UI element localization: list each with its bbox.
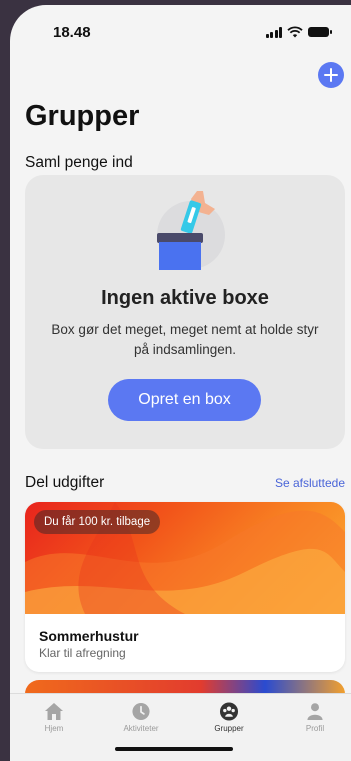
group-card[interactable]: Du får 100 kr. tilbage Sommerhustur Klar…	[25, 502, 345, 672]
tab-groups[interactable]: Grupper	[199, 702, 259, 733]
see-closed-link[interactable]: Se afsluttede	[275, 476, 345, 490]
tab-activities[interactable]: Aktiviteter	[111, 702, 171, 733]
tab-profile[interactable]: Profil	[285, 702, 345, 733]
clock-icon	[132, 702, 150, 721]
empty-box-description: Box gør det meget, meget nemt at holde s…	[51, 322, 319, 357]
tab-home[interactable]: Hjem	[24, 702, 84, 733]
plus-icon	[324, 68, 338, 82]
tab-activities-label: Aktiviteter	[123, 724, 159, 733]
tab-home-label: Hjem	[44, 724, 64, 733]
page-title: Grupper	[25, 100, 140, 132]
tab-profile-label: Profil	[305, 724, 325, 733]
status-time: 18.48	[53, 24, 91, 41]
home-icon	[45, 703, 63, 720]
wifi-icon	[287, 26, 303, 38]
signal-icon	[265, 26, 282, 38]
balance-badge: Du får 100 kr. tilbage	[34, 510, 161, 534]
tab-groups-label: Grupper	[214, 724, 244, 733]
person-icon	[307, 703, 323, 721]
group-status: Klar til afregning	[39, 646, 126, 660]
status-icons	[265, 26, 332, 38]
status-bar: 18.48	[10, 5, 351, 57]
phone-screen: 18.48 Grupper Saml penge ind Ingen aktiv…	[10, 5, 351, 761]
group-name: Sommerhustur	[39, 628, 139, 644]
home-indicator[interactable]	[115, 747, 233, 751]
create-box-button[interactable]: Opret en box	[108, 379, 261, 421]
battery-icon	[308, 27, 332, 37]
split-section-label: Del udgifter	[25, 474, 105, 491]
groups-icon	[219, 702, 239, 721]
empty-box-card: Ingen aktive boxe Box gør det meget, meg…	[25, 175, 345, 449]
collect-section-label: Saml penge ind	[25, 154, 133, 171]
empty-box-title: Ingen aktive boxe	[101, 287, 269, 309]
add-group-button[interactable]	[318, 62, 344, 88]
ballot-box-illustration	[157, 191, 225, 270]
